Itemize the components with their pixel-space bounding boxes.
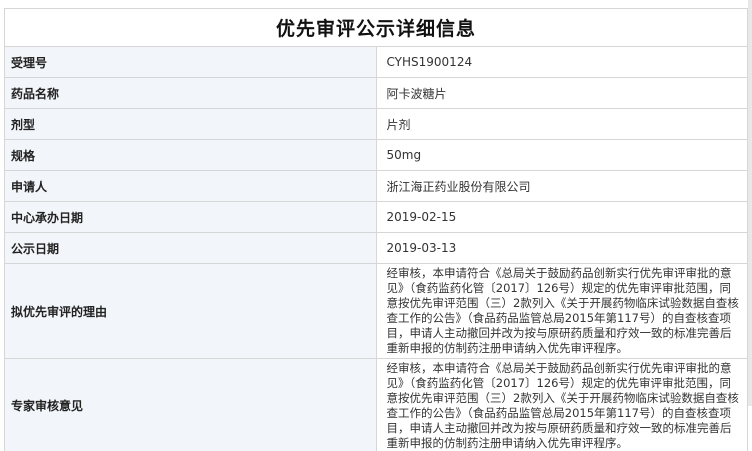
value-publicity-date: 2019-03-13 (376, 233, 748, 264)
table-row-dosage-form: 剂型 片剂 (5, 109, 748, 140)
page-title: 优先审评公示详细信息 (5, 9, 748, 47)
value-priority-reason: 经审核，本申请符合《总局关于鼓励药品创新实行优先审评审批的意见》（食药监药化管〔… (376, 264, 748, 359)
value-expert-opinion: 经审核，本申请符合《总局关于鼓励药品创新实行优先审评审批的意见》（食药监药化管〔… (376, 359, 748, 451)
value-drug-name: 阿卡波糖片 (376, 78, 748, 109)
label-drug-name: 药品名称 (5, 78, 377, 109)
title-row: 优先审评公示详细信息 (5, 9, 748, 47)
label-acceptance-number: 受理号 (5, 47, 377, 78)
value-dosage-form: 片剂 (376, 109, 748, 140)
label-center-date: 中心承办日期 (5, 202, 377, 233)
value-center-date: 2019-02-15 (376, 202, 748, 233)
label-specification: 规格 (5, 140, 377, 171)
table-row-publicity-date: 公示日期 2019-03-13 (5, 233, 748, 264)
table-row-center-date: 中心承办日期 2019-02-15 (5, 202, 748, 233)
page-container: 优先审评公示详细信息 受理号 CYHS1900124 药品名称 阿卡波糖片 剂型… (0, 0, 752, 406)
table-row-applicant: 申请人 浙江海正药业股份有限公司 (5, 171, 748, 202)
value-applicant: 浙江海正药业股份有限公司 (376, 171, 748, 202)
scrollbar-track[interactable] (748, 0, 752, 406)
label-dosage-form: 剂型 (5, 109, 377, 140)
table-row-expert-opinion: 专家审核意见 经审核，本申请符合《总局关于鼓励药品创新实行优先审评审批的意见》（… (5, 359, 748, 451)
table-row-acceptance-number: 受理号 CYHS1900124 (5, 47, 748, 78)
value-specification: 50mg (376, 140, 748, 171)
table-row-priority-reason: 拟优先审评的理由 经审核，本申请符合《总局关于鼓励药品创新实行优先审评审批的意见… (5, 264, 748, 359)
value-acceptance-number: CYHS1900124 (376, 47, 748, 78)
table-row-specification: 规格 50mg (5, 140, 748, 171)
label-publicity-date: 公示日期 (5, 233, 377, 264)
detail-table: 优先审评公示详细信息 受理号 CYHS1900124 药品名称 阿卡波糖片 剂型… (4, 8, 748, 451)
label-applicant: 申请人 (5, 171, 377, 202)
table-row-drug-name: 药品名称 阿卡波糖片 (5, 78, 748, 109)
label-priority-reason: 拟优先审评的理由 (5, 264, 377, 359)
label-expert-opinion: 专家审核意见 (5, 359, 377, 451)
